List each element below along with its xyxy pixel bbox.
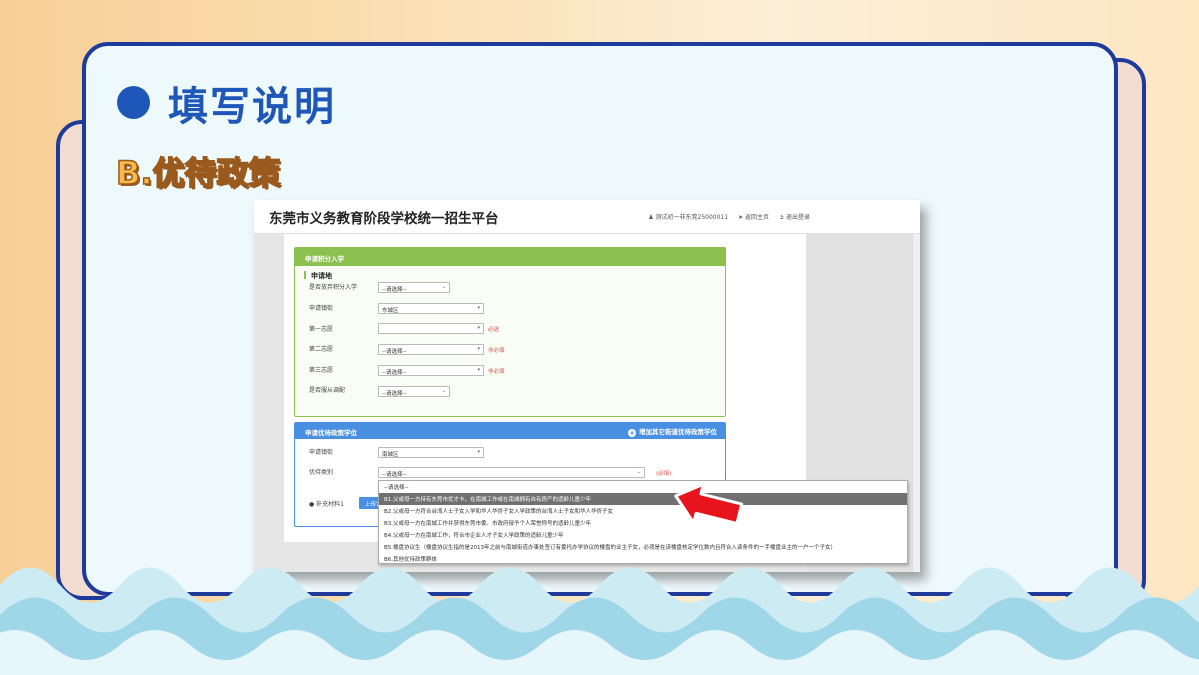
field-label: 第一志愿 (309, 326, 334, 333)
home-icon: ➤ (738, 214, 744, 221)
field-label: 是否放弃积分入学 (309, 284, 358, 291)
field-label: 申请镇街 (309, 305, 334, 312)
site-title: 东莞市义务教育阶段学校统一招生平台 (269, 211, 499, 227)
slide-subtitle: B.优待政策 (115, 153, 281, 193)
site-header: 东莞市义务教育阶段学校统一招生平台 ♟ 测试初一非东莞25000011 ➤ 返回… (254, 200, 920, 234)
field-label: 第二志愿 (309, 346, 334, 353)
chevron-down-icon: ▾ (477, 325, 480, 331)
optional-note: 非必填 (488, 369, 505, 375)
policy-panel-title: 申请优待政策学位 (305, 429, 357, 437)
obey-allocation-select[interactable]: --请选择-- ⌄ (378, 386, 450, 397)
first-choice-select[interactable]: ▾ (378, 323, 484, 334)
logout-link[interactable]: ➲ 退出登录 (779, 212, 810, 221)
field-label: 第三志愿 (309, 367, 334, 374)
second-choice-select[interactable]: --请选择-- ▾ (378, 344, 484, 355)
policy-panel-header: 申请优待政策学位 + 增加其它街道优待政策学位 (295, 423, 725, 439)
dropdown-option-highlighted[interactable]: B1.父或母一方持有东莞市优才卡，在南城工作或在南城拥有自有房产的适龄儿童少年 (379, 493, 907, 505)
abandon-points-select[interactable]: --请选择-- ⌄ (378, 282, 450, 293)
policy-category-select[interactable]: --请选择-- ⌄ (378, 467, 645, 478)
chevron-down-icon: ⌄ (636, 469, 641, 475)
dropdown-option[interactable]: --请选择-- (379, 481, 907, 493)
user-icon: ♟ (648, 214, 654, 221)
points-admission-panel: 申请积分入学 申请地 是否放弃积分入学 --请选择-- ⌄ 申请镇街 东城区 ▾ 第… (294, 247, 726, 417)
add-other-town-link[interactable]: + 增加其它街道优待政策学位 (628, 426, 717, 437)
home-link[interactable]: ➤ 返回主页 (738, 212, 769, 221)
red-arrow-icon (674, 484, 744, 525)
town-select[interactable]: 东城区 ▾ (378, 303, 484, 314)
field-label: 优待类别 (309, 469, 334, 476)
points-panel-title: 申请积分入学 (295, 248, 725, 266)
points-panel-body: 申请地 是否放弃积分入学 --请选择-- ⌄ 申请镇街 东城区 ▾ 第一志愿 ▾ 必… (295, 266, 725, 416)
required-note: (必填) (656, 471, 672, 477)
third-choice-select[interactable]: --请选择-- ▾ (378, 365, 484, 376)
chevron-down-icon: ▾ (477, 449, 480, 455)
required-note: 必选 (488, 327, 500, 333)
optional-note: 非必填 (488, 348, 505, 354)
field-label: 是否服从调配 (309, 387, 346, 394)
supplement-label: ● 补充材料1 (309, 501, 344, 508)
plus-circle-icon: + (628, 429, 636, 437)
page-scrollbar[interactable] (912, 234, 920, 572)
chevron-down-icon: ⌄ (441, 388, 446, 394)
chevron-down-icon: ▾ (477, 367, 480, 373)
dropdown-option[interactable]: B4.父或母一方在南城工作，符合市企业人才子女入学政策的适龄儿童少年 (379, 529, 907, 541)
decorative-waves (0, 567, 1199, 675)
chevron-down-icon: ⌄ (441, 284, 446, 290)
section-marker (304, 271, 306, 279)
title-bullet-dot (117, 86, 150, 119)
slide-title: 填写说明 (168, 84, 336, 130)
chevron-down-icon: ▾ (477, 346, 480, 352)
dropdown-option[interactable]: B2.父或母一方符合台湾人士子女入学和华人华侨子女入学政策的台湾人士子女和华人华… (379, 505, 907, 517)
chevron-down-icon: ▾ (477, 305, 480, 311)
section-label: 申请地 (311, 272, 332, 280)
field-label: 申请镇街 (309, 449, 334, 456)
dropdown-option[interactable]: B3.父或母一方在南城工作并获得东莞市委、市政府授予个人荣誉称号的适龄儿童少年 (379, 517, 907, 529)
logout-icon: ➲ (779, 214, 785, 221)
policy-town-select[interactable]: 南城区 ▾ (378, 447, 484, 458)
user-link[interactable]: ♟ 测试初一非东莞25000011 (648, 212, 728, 221)
header-links: ♟ 测试初一非东莞25000011 ➤ 返回主页 ➲ 退出登录 (648, 212, 810, 221)
embedded-screenshot: 东莞市义务教育阶段学校统一招生平台 ♟ 测试初一非东莞25000011 ➤ 返回… (254, 200, 920, 572)
